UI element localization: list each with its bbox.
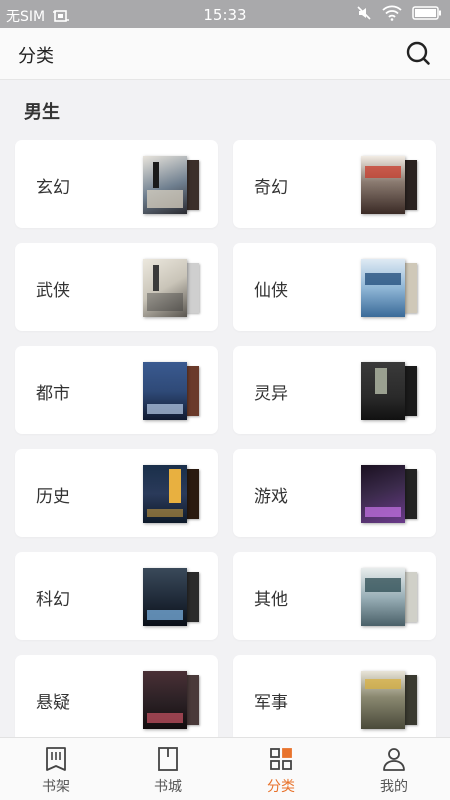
tab-bookshelf[interactable]: 书架 <box>0 738 112 800</box>
book-cover <box>143 259 187 317</box>
category-card-xuanhuan[interactable]: 玄幻 <box>15 140 218 228</box>
status-right <box>356 5 442 21</box>
category-card-wuxia[interactable]: 武侠 <box>15 243 218 331</box>
book-cover <box>143 362 187 420</box>
wifi-icon <box>382 5 402 21</box>
category-label: 历史 <box>36 487 70 507</box>
book-covers <box>361 362 423 420</box>
book-cover <box>143 671 187 729</box>
book-cover <box>143 465 187 523</box>
bookstore-icon <box>158 747 178 771</box>
category-card-lishi[interactable]: 历史 <box>15 449 218 537</box>
search-icon <box>406 41 430 65</box>
book-covers <box>361 465 423 523</box>
battery-icon <box>412 6 441 20</box>
book-covers <box>143 465 205 523</box>
bookshelf-icon <box>46 747 66 771</box>
book-covers <box>143 362 205 420</box>
book-covers <box>143 568 205 626</box>
book-covers <box>143 156 205 214</box>
book-covers <box>143 259 205 317</box>
book-cover <box>361 568 405 626</box>
category-card-dushi[interactable]: 都市 <box>15 346 218 434</box>
category-label: 游戏 <box>254 487 288 507</box>
category-card-youxi[interactable]: 游戏 <box>233 449 436 537</box>
tab-label: 书架 <box>42 779 70 795</box>
book-cover <box>361 259 405 317</box>
category-label: 科幻 <box>36 590 70 610</box>
tab-bookstore[interactable]: 书城 <box>112 738 224 800</box>
category-card-xuanyi[interactable]: 悬疑 <box>15 655 218 743</box>
book-covers <box>361 259 423 317</box>
book-cover <box>361 671 405 729</box>
tab-label: 书城 <box>154 779 182 795</box>
book-covers <box>143 671 205 729</box>
category-label: 其他 <box>254 590 288 610</box>
book-cover <box>143 568 187 626</box>
category-label: 奇幻 <box>254 178 288 198</box>
category-label: 军事 <box>254 693 288 713</box>
category-label: 都市 <box>36 384 70 404</box>
category-label: 武侠 <box>36 281 70 301</box>
category-label: 仙侠 <box>254 281 288 301</box>
category-card-qihuan[interactable]: 奇幻 <box>233 140 436 228</box>
tab-profile[interactable]: 我的 <box>338 738 450 800</box>
category-label: 悬疑 <box>36 693 70 713</box>
tab-category[interactable]: 分类 <box>225 738 337 800</box>
book-covers <box>361 671 423 729</box>
section-title: 男生 <box>24 102 60 123</box>
book-cover <box>361 465 405 523</box>
category-card-qita[interactable]: 其他 <box>233 552 436 640</box>
category-card-junshi[interactable]: 军事 <box>233 655 436 743</box>
book-covers <box>361 568 423 626</box>
page-title: 分类 <box>18 46 54 67</box>
status-bar: 无SIM 15:33 <box>0 0 450 28</box>
category-card-kehuan[interactable]: 科幻 <box>15 552 218 640</box>
tab-label: 分类 <box>267 779 295 795</box>
book-covers <box>361 156 423 214</box>
category-card-lingyi[interactable]: 灵异 <box>233 346 436 434</box>
mute-icon <box>357 6 371 20</box>
app-header: 分类 <box>0 28 450 80</box>
category-grid-icon <box>270 748 292 770</box>
category-card-xianxia[interactable]: 仙侠 <box>233 243 436 331</box>
search-button[interactable] <box>404 39 434 69</box>
profile-icon <box>383 748 405 771</box>
category-label: 玄幻 <box>36 178 70 198</box>
book-cover <box>361 156 405 214</box>
bottom-tab-bar: 书架 书城 分类 我的 <box>0 737 450 800</box>
book-cover <box>143 156 187 214</box>
tab-label: 我的 <box>380 779 408 795</box>
book-cover <box>361 362 405 420</box>
category-label: 灵异 <box>254 384 288 404</box>
